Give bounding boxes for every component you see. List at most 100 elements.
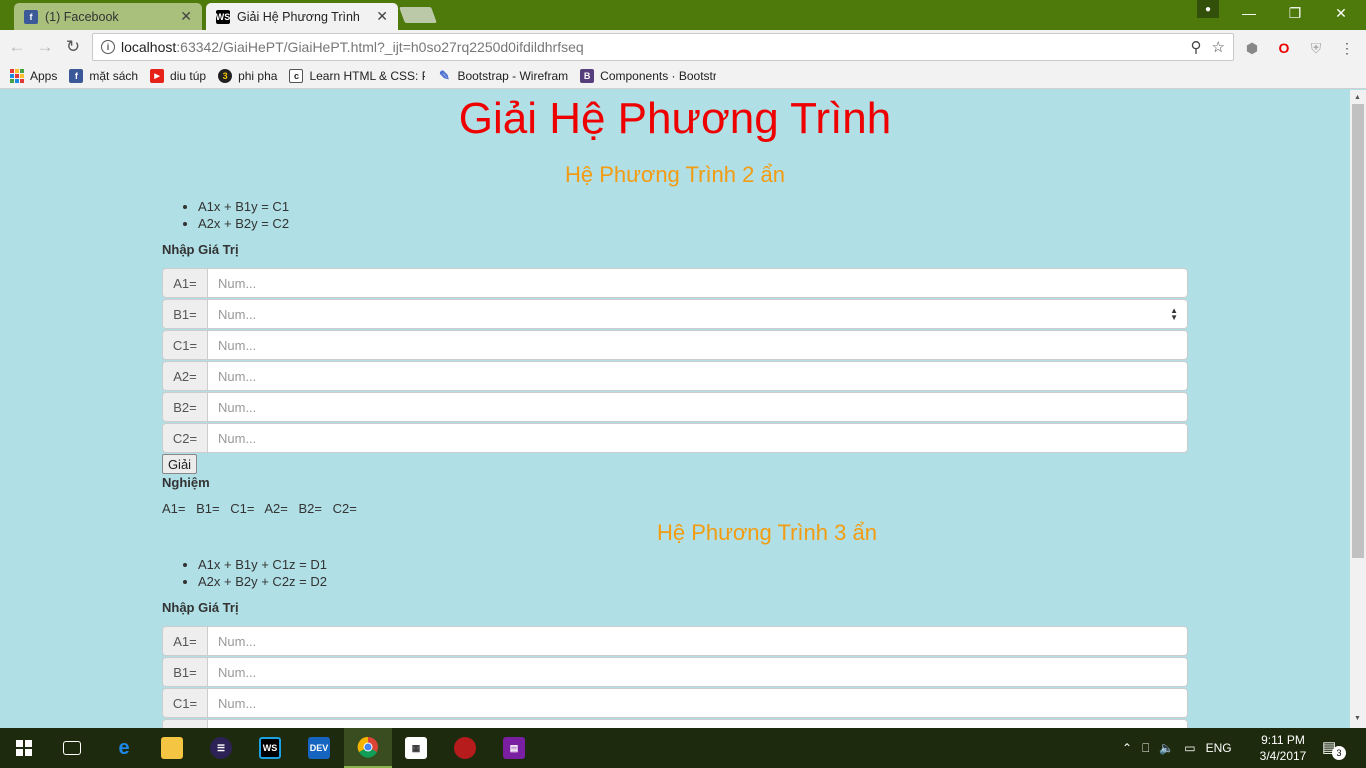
- bookmark-label: Components · Bootstr: [600, 69, 717, 83]
- extension-cube-icon[interactable]: ⬢: [1243, 39, 1261, 57]
- bookmark-label: mặt sách: [89, 69, 139, 83]
- input-group-3-partial: [162, 719, 1188, 728]
- tab-strip: f (1) Facebook ✕ WS Giải Hệ Phương Trình…: [0, 0, 1366, 30]
- volume-icon[interactable]: 🔈: [1159, 741, 1174, 755]
- zoom-icon[interactable]: ⚲: [1191, 38, 1202, 56]
- back-arrow-icon[interactable]: ←: [6, 36, 28, 58]
- clock-date: 3/4/2017: [1259, 749, 1307, 763]
- address-bar[interactable]: i localhost:63342/GiaiHePT/GiaiHePT.html…: [92, 33, 1234, 61]
- taskbar-store[interactable]: ▦: [392, 728, 440, 768]
- shield-icon[interactable]: ⛨: [1307, 39, 1325, 57]
- a1-3-input[interactable]: [207, 626, 1188, 656]
- section-2-title: Hệ Phương Trình 2 ẩn: [565, 162, 785, 187]
- taskbar-chrome[interactable]: [344, 728, 392, 768]
- pencil-icon: ✎: [439, 68, 450, 83]
- notification-count: 3: [1332, 746, 1346, 760]
- result-a1: A1=: [162, 501, 186, 516]
- bookmark-star-icon[interactable]: ☆: [1212, 38, 1225, 56]
- input-group-c1: C1=: [162, 330, 1188, 360]
- input-group-c2: C2=: [162, 423, 1188, 453]
- scroll-down-icon[interactable]: ▼: [1354, 715, 1361, 722]
- b2-input[interactable]: [207, 392, 1188, 422]
- b1-input[interactable]: [207, 299, 1188, 329]
- reload-icon[interactable]: ↻: [62, 36, 84, 58]
- equation-item: A1x + B1y + C1z = D1: [198, 556, 327, 573]
- bookmark-label: diu túp: [170, 69, 207, 83]
- bookmark-diu-tup[interactable]: ▶ diu túp: [150, 69, 206, 83]
- input-group-3-b1: B1=: [162, 657, 1188, 687]
- result-c2: C2=: [332, 501, 357, 516]
- hidden-partial-input[interactable]: [207, 719, 1188, 728]
- store-icon: ▦: [405, 737, 427, 759]
- close-icon[interactable]: ✕: [180, 8, 192, 25]
- field-label: B2=: [162, 392, 207, 422]
- edge-icon: e: [118, 736, 130, 759]
- c1-3-input[interactable]: [207, 688, 1188, 718]
- tab-giai-he-phuong-trinh[interactable]: WS Giải Hệ Phương Trình ✕: [206, 3, 398, 30]
- input-group-a2: A2=: [162, 361, 1188, 391]
- field-label: C1=: [162, 688, 207, 718]
- result-values: A1= B1= C1= A2= B2= C2=: [162, 501, 364, 516]
- bookmark-learn-html-css[interactable]: c Learn HTML & CSS: Pa: [289, 69, 425, 83]
- display-icon[interactable]: ▭: [1184, 741, 1195, 755]
- taskbar-eclipse[interactable]: ☰: [197, 728, 245, 768]
- menu-icon[interactable]: ⋮: [1338, 39, 1356, 57]
- taskbar-file-explorer[interactable]: [148, 728, 196, 768]
- input-language[interactable]: ENG: [1206, 741, 1232, 755]
- page-title: Giải Hệ Phương Trình: [458, 94, 892, 143]
- chevron-up-icon[interactable]: ⌃: [1122, 741, 1132, 755]
- result-label: Nghiệm: [162, 475, 210, 490]
- bootstrap-icon: B: [580, 69, 595, 83]
- taskbar-devc[interactable]: DEV: [295, 728, 343, 768]
- scroll-up-icon[interactable]: ▲: [1354, 94, 1361, 101]
- number-spinner-icon[interactable]: ▲ ▼: [1170, 307, 1178, 322]
- user-profile-icon[interactable]: ●: [1197, 0, 1219, 18]
- input-group-3-c1: C1=: [162, 688, 1188, 718]
- input-group-b1: B1= ▲▼: [162, 299, 1188, 329]
- info-icon[interactable]: i: [101, 40, 115, 54]
- task-view-button[interactable]: [48, 728, 96, 768]
- solve-button[interactable]: Giải: [162, 454, 197, 474]
- result-b2: B2=: [298, 501, 323, 516]
- c1-input[interactable]: [207, 330, 1188, 360]
- system-clock[interactable]: 9:11 PM 3/4/2017: [1252, 732, 1314, 764]
- restore-icon[interactable]: ❐: [1272, 0, 1318, 26]
- start-button[interactable]: [0, 728, 48, 768]
- minimize-icon[interactable]: —: [1226, 0, 1272, 26]
- c2-input[interactable]: [207, 423, 1188, 453]
- opera-icon[interactable]: O: [1275, 39, 1293, 57]
- forward-arrow-icon[interactable]: →: [34, 36, 56, 58]
- a1-input[interactable]: [207, 268, 1188, 298]
- field-label: A1=: [162, 268, 207, 298]
- input-group-b2: B2=: [162, 392, 1188, 422]
- result-b1: B1=: [196, 501, 220, 516]
- taskbar-edge[interactable]: e: [100, 728, 148, 768]
- bookmark-components-bootstrap[interactable]: B Components · Bootstr: [580, 69, 716, 83]
- taskbar-winrar[interactable]: ▤: [490, 728, 538, 768]
- a2-input[interactable]: [207, 361, 1188, 391]
- field-label: A2=: [162, 361, 207, 391]
- bookmark-bootstrap-wireframe[interactable]: ✎ Bootstrap - Wirefram: [437, 68, 568, 83]
- webstorm-icon: WS: [259, 737, 281, 759]
- network-icon[interactable]: ⎕: [1142, 741, 1149, 756]
- page-content: Giải Hệ Phương Trình Hệ Phương Trình 2 ẩ…: [0, 90, 1350, 728]
- bookmark-apps[interactable]: Apps: [10, 69, 57, 83]
- b1-3-input[interactable]: [207, 657, 1188, 687]
- field-label: C1=: [162, 330, 207, 360]
- tab-facebook[interactable]: f (1) Facebook ✕: [14, 3, 202, 30]
- taskbar-webstorm[interactable]: WS: [246, 728, 294, 768]
- bookmark-phi-pha[interactable]: 3 phi pha: [218, 69, 277, 83]
- section-3-input-label: Nhập Giá Trị: [162, 600, 239, 615]
- close-icon[interactable]: ✕: [376, 8, 388, 25]
- equation-item: A1x + B1y = C1: [198, 198, 289, 215]
- action-center-button[interactable]: ▤ 3: [1322, 738, 1346, 760]
- bookmark-label: Learn HTML & CSS: Pa: [309, 69, 426, 83]
- page-scrollbar[interactable]: ▲ ▼: [1350, 90, 1366, 728]
- apps-grid-icon: [10, 69, 24, 83]
- window-close-icon[interactable]: ✕: [1318, 0, 1364, 26]
- scrollbar-thumb[interactable]: [1352, 104, 1364, 558]
- field-label: C2=: [162, 423, 207, 453]
- new-tab-button[interactable]: [399, 7, 437, 23]
- bookmark-mat-sach[interactable]: f mặt sách: [69, 69, 138, 83]
- taskbar-app-red[interactable]: [441, 728, 489, 768]
